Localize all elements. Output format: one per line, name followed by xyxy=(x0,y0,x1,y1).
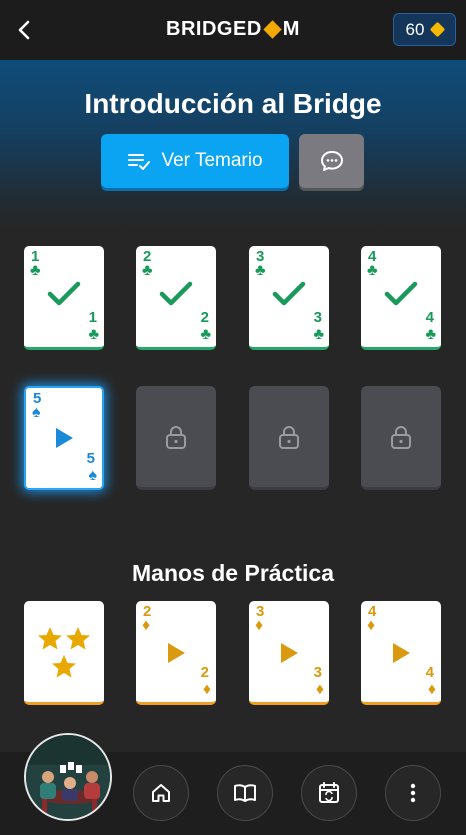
chat-bubble-icon xyxy=(320,151,343,171)
locked-lesson-card-6 xyxy=(136,386,216,490)
logo-diamond-icon xyxy=(263,20,282,39)
lesson-card-1[interactable]: 1 ♣ 1 ♣ xyxy=(24,246,104,350)
chat-button[interactable] xyxy=(299,134,364,188)
coin-gem-icon xyxy=(430,21,446,38)
lesson-title: Introducción al Bridge xyxy=(84,88,382,119)
home-icon xyxy=(152,784,170,802)
card-rank: 4 xyxy=(425,664,434,681)
lesson-card-5-current[interactable]: 5 ♠ 5 ♠ xyxy=(24,386,104,490)
nav-lessons-button[interactable] xyxy=(217,765,273,821)
club-suit-icon: ♣ xyxy=(200,326,212,343)
card-rank: 4 xyxy=(425,309,434,326)
diamond-suit-icon: ♦ xyxy=(202,681,211,698)
play-icon xyxy=(56,428,73,448)
club-suit-icon: ♣ xyxy=(30,262,41,279)
diamond-suit-icon: ♦ xyxy=(427,681,436,698)
coin-balance[interactable]: 60 xyxy=(393,13,456,46)
star-icon xyxy=(38,627,90,678)
diamond-suit-icon: ♦ xyxy=(255,617,264,634)
card-rank: 3 xyxy=(313,309,322,326)
card-rank: 1 xyxy=(88,309,97,326)
spade-suit-icon: ♠ xyxy=(88,467,98,484)
top-bar: BRIDGED M 60 xyxy=(0,0,466,60)
nav-home-button[interactable] xyxy=(133,765,189,821)
bridge-players-illustration xyxy=(26,735,110,819)
checkmark-icon xyxy=(47,281,81,306)
view-syllabus-label: Ver Temario xyxy=(161,150,263,171)
checkmark-icon xyxy=(159,281,193,306)
lock-icon xyxy=(279,425,299,449)
club-suit-icon: ♣ xyxy=(367,262,378,279)
diamond-suit-icon: ♦ xyxy=(315,681,324,698)
view-syllabus-button[interactable]: Ver Temario xyxy=(101,134,289,188)
lesson-card-2[interactable]: 2 ♣ 2 ♣ xyxy=(136,246,216,350)
card-rank: 5 xyxy=(86,450,95,467)
lock-icon xyxy=(391,425,411,449)
club-suit-icon: ♣ xyxy=(255,262,266,279)
nav-more-button[interactable] xyxy=(385,765,441,821)
card-rank: 2 xyxy=(200,664,209,681)
book-icon xyxy=(234,784,256,802)
locked-lesson-card-8 xyxy=(361,386,441,490)
play-icon xyxy=(168,643,185,663)
lesson-card-3[interactable]: 3 ♣ 3 ♣ xyxy=(249,246,329,350)
lock-icon xyxy=(166,425,186,449)
practice-hand-2[interactable]: 2 ♦ 2 ♦ xyxy=(136,601,216,705)
club-suit-icon: ♣ xyxy=(313,326,325,343)
card-rank: 3 xyxy=(313,664,322,681)
practice-stars-card[interactable] xyxy=(24,601,104,705)
practice-hand-3[interactable]: 3 ♦ 3 ♦ xyxy=(249,601,329,705)
lesson-card-4[interactable]: 4 ♣ 4 ♣ xyxy=(361,246,441,350)
practice-hand-4[interactable]: 4 ♦ 4 ♦ xyxy=(361,601,441,705)
club-suit-icon: ♣ xyxy=(88,326,100,343)
locked-lesson-card-7 xyxy=(249,386,329,490)
club-suit-icon: ♣ xyxy=(425,326,437,343)
player-avatar[interactable] xyxy=(24,733,112,821)
checklist-icon xyxy=(128,154,151,170)
diamond-suit-icon: ♦ xyxy=(367,617,376,634)
checkmark-icon xyxy=(272,281,306,306)
play-icon xyxy=(281,643,298,663)
club-suit-icon: ♣ xyxy=(142,262,153,279)
calendar-icon xyxy=(319,782,339,803)
practice-section-title: Manos de Práctica xyxy=(132,560,334,586)
nav-calendar-button[interactable] xyxy=(301,765,357,821)
play-icon xyxy=(393,643,410,663)
spade-suit-icon: ♠ xyxy=(32,404,41,421)
diamond-suit-icon: ♦ xyxy=(142,617,151,634)
more-icon xyxy=(410,783,416,803)
coin-count: 60 xyxy=(405,19,425,39)
card-rank: 2 xyxy=(200,309,209,326)
checkmark-icon xyxy=(384,281,418,306)
